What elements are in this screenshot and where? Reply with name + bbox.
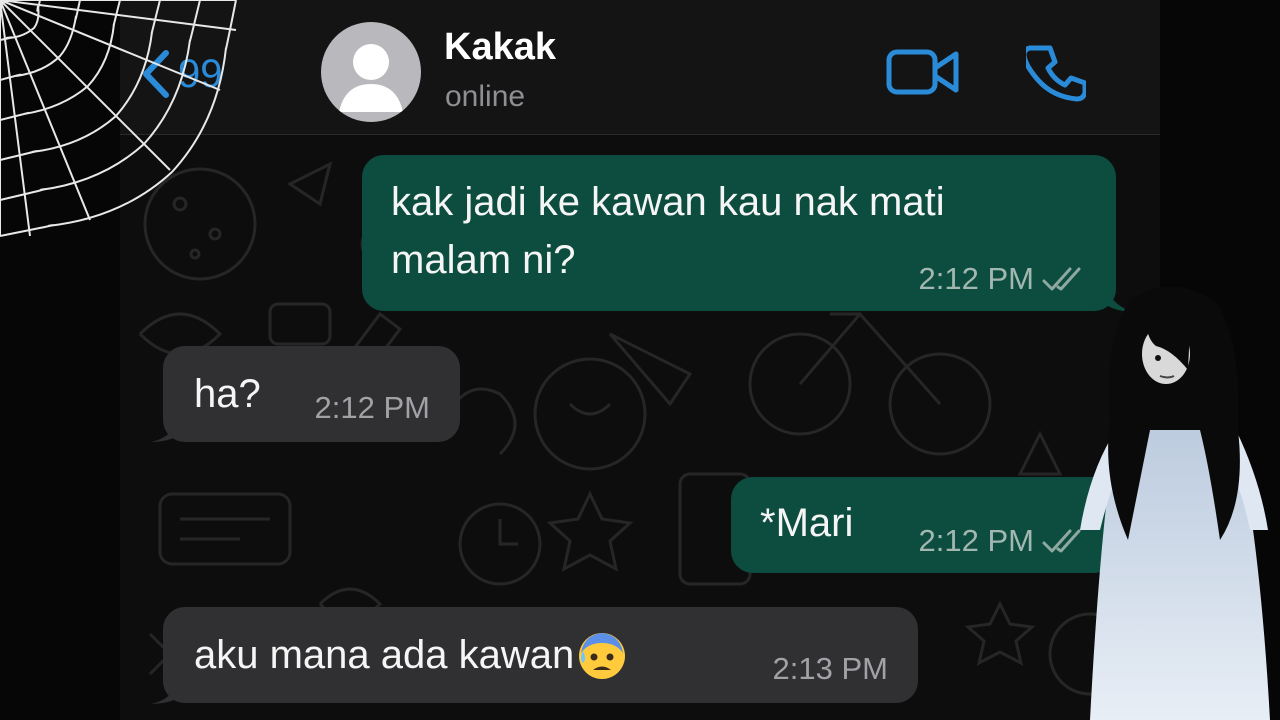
avatar[interactable] [321, 22, 421, 122]
chat-header: 99 Kakak online [120, 0, 1160, 135]
default-avatar-icon [339, 44, 403, 112]
bubble-tail [150, 398, 188, 442]
video-camera-icon[interactable] [886, 48, 960, 96]
contact-name[interactable]: Kakak [444, 26, 556, 69]
spider-web-icon [0, 0, 237, 237]
message-bubble-outgoing[interactable]: kak jadi ke kawan kau nak mati malam ni?… [362, 155, 1116, 311]
message-text: ha? [194, 372, 261, 416]
message-bubble-incoming[interactable]: ha? 2:12 PM [163, 346, 460, 442]
phone-icon[interactable] [1026, 42, 1086, 102]
message-time: 2:12 PM [918, 261, 1034, 296]
screen: 99 Kakak online kak jadi ke kawan kau na… [0, 0, 1280, 720]
message-text: *Mari [760, 501, 854, 545]
message-time: 2:12 PM [918, 523, 1034, 558]
anxious-face-with-sweat-icon [579, 633, 626, 679]
message-bubble-outgoing[interactable]: *Mari 2:12 PM [731, 477, 1116, 573]
message-time: 2:13 PM [772, 651, 888, 686]
message-text: malam ni? [391, 238, 576, 282]
message-text: aku mana ada kawan [194, 633, 575, 677]
bubble-tail [150, 660, 188, 704]
chat-window: 99 Kakak online kak jadi ke kawan kau na… [120, 0, 1160, 720]
message-bubble-incoming[interactable]: aku mana ada kawan 2:13 PM [163, 607, 918, 703]
ghost-figure [1080, 286, 1270, 720]
message-text: kak jadi ke kawan kau nak mati [391, 180, 945, 224]
message-time: 2:12 PM [314, 390, 430, 425]
contact-status: online [445, 80, 526, 113]
